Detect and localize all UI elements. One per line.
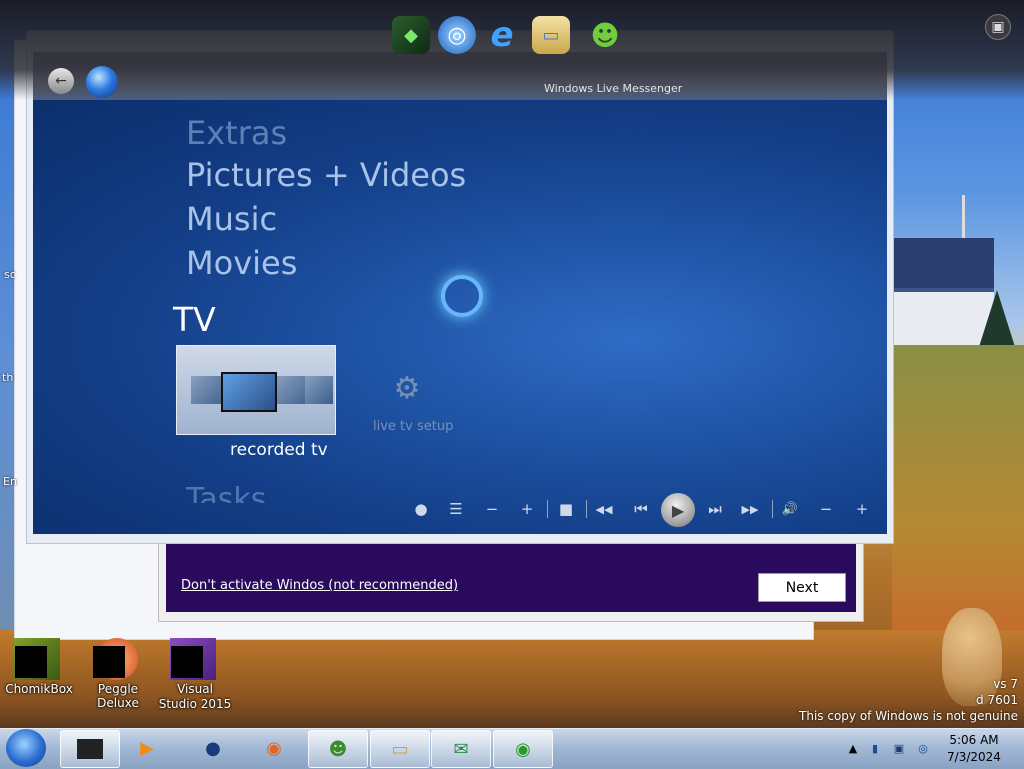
close-icon[interactable]: ▣ xyxy=(985,14,1011,40)
taskbar-explorer[interactable]: ▭ xyxy=(370,730,430,768)
left-fragment: sc xyxy=(4,268,16,281)
guide-button[interactable]: ☰ xyxy=(445,498,467,520)
sync-icon[interactable]: ◎ xyxy=(916,741,930,755)
record-button[interactable]: ● xyxy=(410,498,432,520)
taskbar-media-center[interactable]: ◉ xyxy=(493,730,553,768)
redacted-box xyxy=(15,646,47,678)
globe-glyph: ◎ xyxy=(447,22,467,48)
next-track-button[interactable]: ⏭ xyxy=(704,498,726,520)
black-app-icon xyxy=(77,739,103,759)
wallpaper-roof xyxy=(892,238,994,288)
explorer-glyph: ▭ xyxy=(542,24,560,46)
genuine-watermark: vs 7 d 7601 This copy of Windows is not … xyxy=(799,676,1018,724)
watermark-line: vs 7 xyxy=(993,677,1018,691)
network-icon[interactable]: ▮ xyxy=(868,741,882,755)
recorded-tv-tile[interactable] xyxy=(176,345,336,435)
live-tv-setup-label[interactable]: live tv setup xyxy=(373,419,453,434)
volume-down-button[interactable]: − xyxy=(815,498,837,520)
loading-spinner-icon xyxy=(441,275,483,317)
fast-forward-button[interactable]: ▶▶ xyxy=(739,498,761,520)
desktop-icon-label[interactable]: ChomikBox xyxy=(5,682,73,696)
menu-tv[interactable]: TV xyxy=(173,300,216,339)
desktop-icon-label[interactable]: Peggle Deluxe xyxy=(78,682,158,710)
taskbar-media-player[interactable]: ▶ xyxy=(118,730,176,766)
tooltip-text: Windows Live Messenger xyxy=(544,82,683,95)
menu-music[interactable]: Music xyxy=(186,200,277,238)
activation-banner xyxy=(166,540,856,612)
ie-glyph: e xyxy=(490,15,514,55)
separator xyxy=(586,500,587,518)
taskbar-app-black[interactable] xyxy=(60,730,120,768)
redacted-box xyxy=(93,646,125,678)
taskbar-clock[interactable]: 5:06 AM 7/3/2024 xyxy=(944,732,1004,766)
windows-explorer-icon[interactable]: ▭ xyxy=(532,16,570,54)
watermark-line: This copy of Windows is not genuine xyxy=(799,709,1018,723)
previous-button[interactable]: ⏮ xyxy=(630,498,652,520)
separator xyxy=(772,500,773,518)
play-button[interactable]: ▶ xyxy=(661,493,695,527)
volume-up-button[interactable]: + xyxy=(851,498,873,520)
media-center-icon: ◉ xyxy=(515,738,531,760)
media-player-icon: ▶ xyxy=(140,737,154,759)
left-fragment: th xyxy=(2,371,14,384)
left-fragment: En xyxy=(3,475,17,488)
stop-button[interactable]: ■ xyxy=(555,498,577,520)
firefox-icon: ◉ xyxy=(266,737,282,759)
media-center-top-bar: ◆ ◎ e ▭ ☻ Windows Live Messenger xyxy=(0,0,1024,100)
rewind-button[interactable]: ◀◀ xyxy=(593,498,615,520)
taskbar-firefox[interactable]: ◉ xyxy=(245,730,303,766)
taskbar-mail[interactable]: ✉ xyxy=(431,730,491,768)
show-hidden-icons-chevron-icon[interactable]: ▲ xyxy=(846,741,860,755)
channel-up-button[interactable]: + xyxy=(516,498,538,520)
gear-icon[interactable]: ⚙ xyxy=(391,371,423,406)
media-center-start-button[interactable] xyxy=(86,66,118,98)
thumbnail xyxy=(305,376,333,404)
messenger-icon: ☻ xyxy=(328,738,348,760)
taskbar-globe[interactable]: ● xyxy=(184,730,242,766)
recorded-tv-label: recorded tv xyxy=(230,440,328,460)
globe-icon: ● xyxy=(205,737,221,759)
watermark-line: d 7601 xyxy=(976,693,1018,707)
taskbar-messenger[interactable]: ☻ xyxy=(308,730,368,768)
clock-time: 5:06 AM xyxy=(949,733,999,747)
mail-icon: ✉ xyxy=(453,738,469,760)
desktop-icon-label[interactable]: Visual Studio 2015 xyxy=(157,682,233,712)
redacted-box xyxy=(171,646,203,678)
back-button[interactable]: ← xyxy=(48,68,74,94)
wallpaper-grass xyxy=(892,345,1024,645)
media-center-glyph: ◆ xyxy=(404,24,418,46)
clock-date: 7/3/2024 xyxy=(947,750,1001,764)
separator xyxy=(547,500,548,518)
internet-explorer-icon[interactable]: e xyxy=(483,15,521,55)
next-button[interactable]: Next xyxy=(758,573,846,602)
explorer-icon: ▭ xyxy=(391,738,409,760)
start-button[interactable] xyxy=(6,729,46,767)
volume-icon[interactable]: 🔊 xyxy=(779,498,801,520)
channel-down-button[interactable]: − xyxy=(481,498,503,520)
media-center-icon[interactable]: ◆ xyxy=(392,16,430,54)
menu-movies[interactable]: Movies xyxy=(186,244,297,282)
windows-live-messenger-icon[interactable]: ☻ xyxy=(586,16,624,54)
thumbnail-selected xyxy=(221,372,277,412)
monitor-icon[interactable]: ▣ xyxy=(892,741,906,755)
wallpaper-house-wall xyxy=(892,292,994,348)
internet-explorer-globe-icon[interactable]: ◎ xyxy=(438,16,476,54)
messenger-glyph: ☻ xyxy=(590,18,620,52)
menu-pictures-videos[interactable]: Pictures + Videos xyxy=(186,156,466,194)
menu-extras[interactable]: Extras xyxy=(186,114,287,152)
dont-activate-link[interactable]: Don't activate Windos (not recommended) xyxy=(181,578,458,593)
